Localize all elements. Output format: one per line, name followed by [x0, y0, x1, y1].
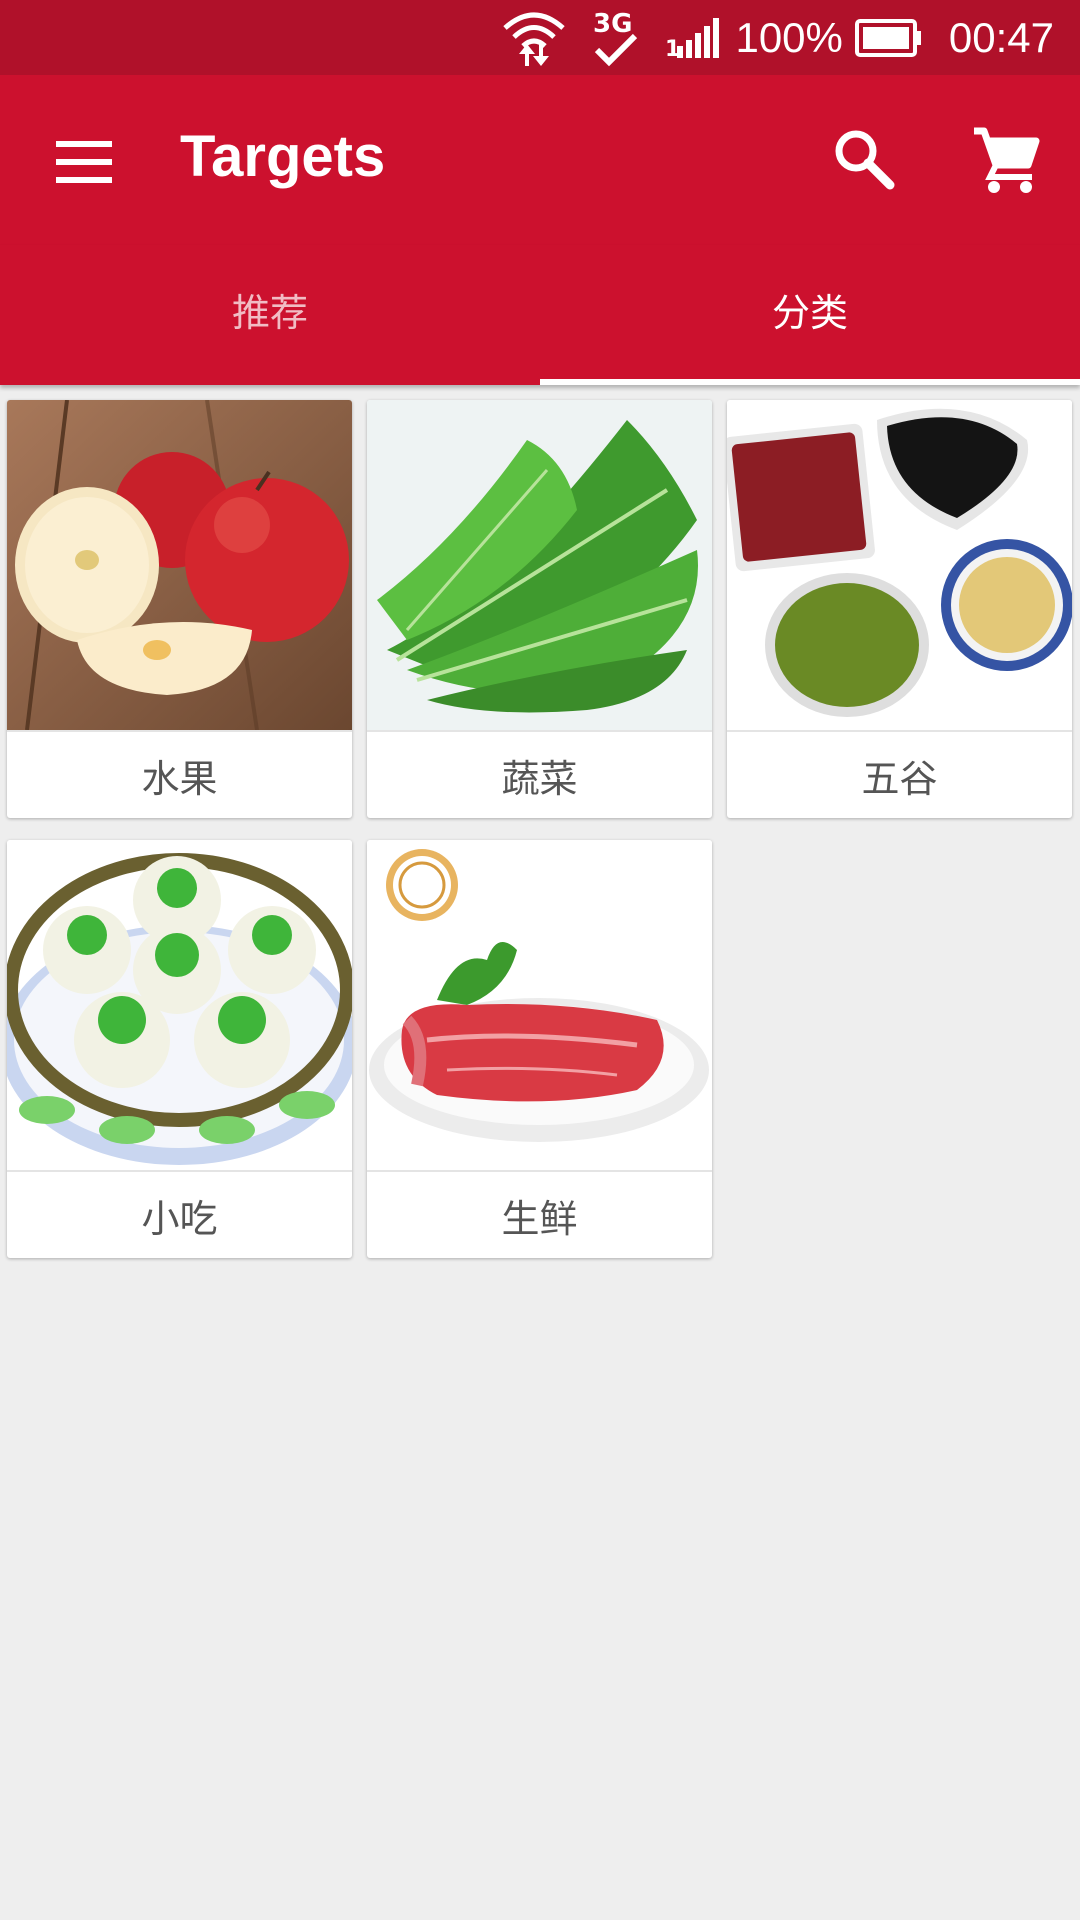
category-label: 五谷: [727, 730, 1072, 818]
category-label: 小吃: [7, 1170, 352, 1258]
snacks-image: [7, 840, 352, 1170]
category-label: 水果: [7, 730, 352, 818]
category-card-fresh[interactable]: 生鲜: [367, 840, 712, 1258]
category-card-fruit[interactable]: 水果: [7, 400, 352, 818]
cart-icon[interactable]: [970, 125, 1040, 195]
category-label: 生鲜: [367, 1170, 712, 1258]
grains-image: [727, 400, 1072, 730]
page-title: Targets: [180, 124, 386, 189]
fruit-image: [7, 400, 352, 730]
wifi-icon: [501, 8, 567, 68]
network-3g-icon: 3G: [591, 6, 641, 70]
tab-recommend[interactable]: 推荐: [0, 245, 540, 385]
category-card-snacks[interactable]: 小吃: [7, 840, 352, 1258]
category-label: 蔬菜: [367, 730, 712, 818]
fresh-image: [367, 840, 712, 1170]
category-card-vegetables[interactable]: 蔬菜: [367, 400, 712, 818]
tab-bar: 推荐 分类: [0, 245, 1080, 385]
menu-icon[interactable]: [52, 137, 116, 187]
battery-icon: [854, 18, 923, 57]
search-icon[interactable]: [832, 127, 896, 191]
app-toolbar: Targets: [0, 75, 1080, 245]
tab-categories[interactable]: 分类: [540, 245, 1080, 385]
category-card-grains[interactable]: 五谷: [727, 400, 1072, 818]
network-type-label: 3G: [593, 9, 632, 39]
status-bar: 3G 1 100% 00:47: [0, 0, 1080, 75]
vegetables-image: [367, 400, 712, 730]
battery-percent: 100%: [735, 13, 843, 61]
signal-icon: 1: [665, 17, 721, 58]
clock: 00:47: [948, 13, 1054, 61]
